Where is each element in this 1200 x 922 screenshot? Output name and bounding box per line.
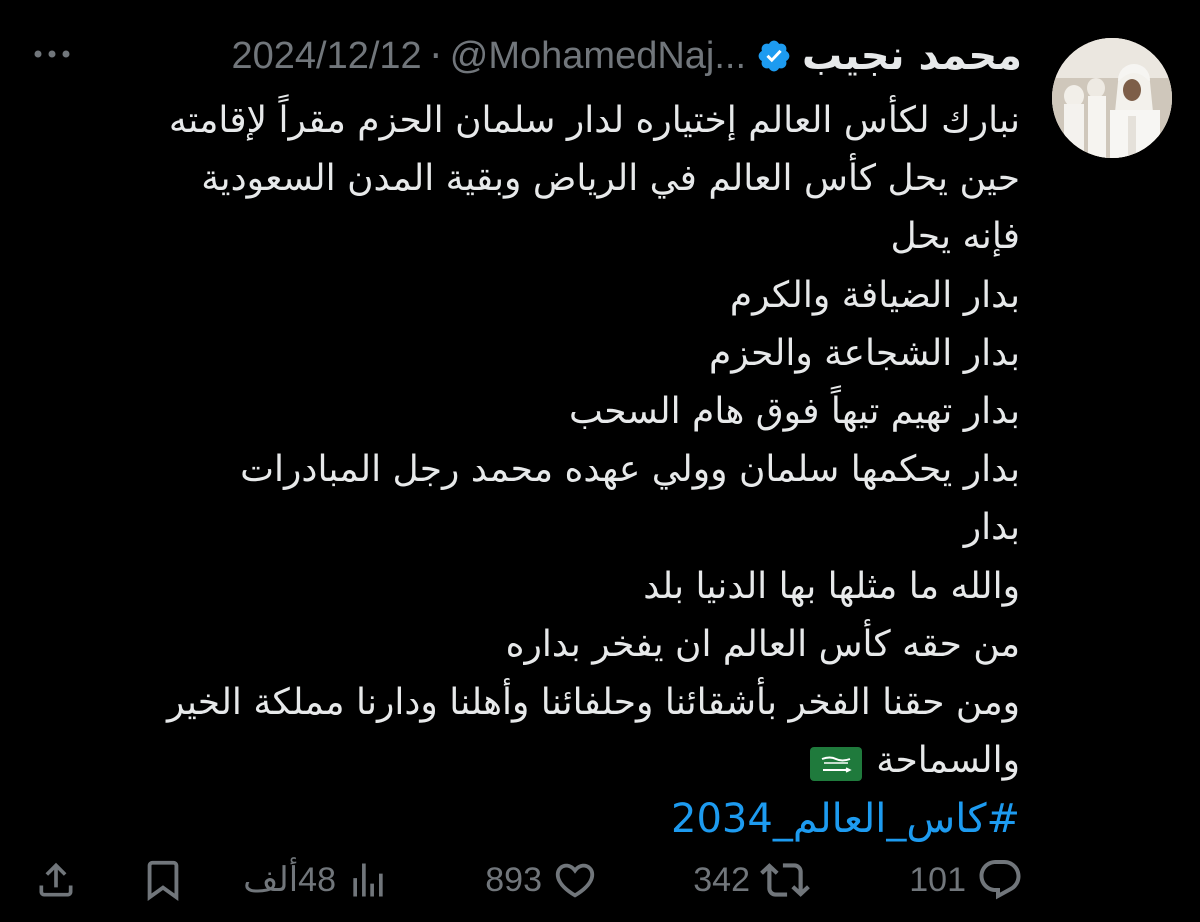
tweet-line: والله ما مثلها بها الدنيا بلد	[643, 565, 1020, 607]
separator-dot: ·	[429, 34, 442, 78]
tweet-header: محمد نجيب @MohamedNaj... · 2024/12/12	[32, 26, 1023, 86]
retweet-icon	[760, 863, 810, 897]
views-count: 48ألف	[243, 861, 336, 899]
bookmark-button[interactable]	[140, 852, 186, 908]
tweet-line-with-flag: والسماحة	[30, 732, 1020, 790]
retweet-count: 342	[693, 860, 750, 899]
tweet[interactable]: محمد نجيب @MohamedNaj... · 2024/12/12 نب…	[0, 0, 1200, 922]
tweet-line: من حقه كأس العالم ان يفخر بداره	[505, 623, 1020, 665]
like-button[interactable]: 893	[485, 852, 598, 908]
bookmark-icon	[147, 860, 179, 901]
reply-button[interactable]: 101	[909, 852, 1024, 908]
action-bar: 101 342 893 48ألف	[0, 852, 1200, 908]
tweet-line: بدار الضيافة والكرم	[729, 274, 1020, 316]
tweet-line: حين يحل كأس العالم في الرياض وبقية المدن…	[201, 158, 1020, 200]
verified-badge-icon	[756, 38, 792, 74]
more-icon[interactable]	[32, 46, 72, 60]
retweet-button[interactable]: 342	[693, 852, 810, 908]
tweet-line: نبارك لكأس العالم إختياره لدار سلمان الح…	[168, 100, 1020, 141]
tweet-line: والسماحة	[876, 740, 1020, 782]
saudi-flag-icon	[810, 741, 863, 782]
reply-count: 101	[909, 860, 966, 899]
avatar-photo	[1052, 38, 1172, 158]
author-handle[interactable]: @MohamedNaj...	[450, 35, 746, 78]
views-button[interactable]: 48ألف	[243, 852, 390, 908]
tweet-line: ومن حقنا الفخر بأشقائنا وحلفائنا وأهلنا …	[166, 681, 1020, 723]
tweet-line-hashtag: #كاس_العالم_2034	[30, 790, 1020, 848]
tweet-line: بدار	[963, 507, 1020, 549]
tweet-line: بدار الشجاعة والحزم	[708, 332, 1020, 374]
views-chart-icon	[353, 863, 383, 897]
tweet-text: نبارك لكأس العالم إختياره لدار سلمان الح…	[30, 92, 1020, 848]
display-name[interactable]: محمد نجيب	[802, 33, 1022, 79]
tweet-line: بدار تهيم تيهاً فوق هام السحب	[568, 390, 1020, 432]
tweet-line: فإنه يحل	[890, 216, 1020, 258]
like-count: 893	[485, 860, 542, 899]
avatar[interactable]	[1052, 38, 1172, 158]
share-icon	[39, 862, 73, 897]
tweet-date[interactable]: 2024/12/12	[232, 35, 422, 78]
share-button[interactable]	[34, 852, 78, 908]
reply-icon	[979, 860, 1021, 900]
hashtag-link[interactable]: #كاس_العالم_2034	[671, 796, 1020, 842]
heart-icon	[555, 863, 595, 898]
tweet-line: بدار يحكمها سلمان وولي عهده محمد رجل الم…	[240, 449, 1020, 491]
